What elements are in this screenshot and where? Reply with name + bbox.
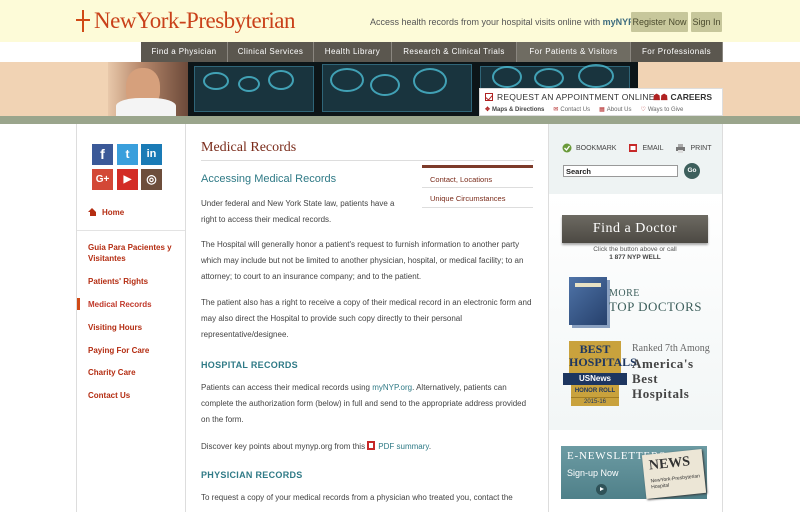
leftnav-patients-rights[interactable]: Patients' Rights (88, 276, 180, 287)
mynyp-link[interactable]: myNYP.org (372, 383, 412, 392)
hospital-records-heading: HOSPITAL RECORDS (201, 360, 298, 370)
physician-records-heading: PHYSICIAN RECORDS (201, 470, 303, 480)
nav-research-clinical-trials[interactable]: Research & Clinical Trials (392, 42, 517, 62)
careers-link[interactable]: ☗☗ CAREERS (653, 92, 712, 103)
instagram-icon[interactable]: ◎ (141, 169, 162, 190)
newspaper-image: NEWS NewYork-Presbyterian Hospital (641, 448, 707, 500)
logo-text: NewYork-Presbyterian (94, 8, 296, 33)
linkedin-icon[interactable]: in (141, 144, 162, 165)
leftnav-contact-us[interactable]: Contact Us (88, 390, 180, 401)
banner-stripe (0, 116, 800, 124)
unique-circumstances-link[interactable]: Unique Circumstances (430, 194, 505, 203)
building-icon: ▦ (599, 107, 605, 113)
divider (422, 187, 533, 188)
find-a-doctor-button[interactable]: Find a Doctor (562, 215, 708, 243)
leftnav-guia-para-pacientes[interactable]: Guia Para Pacientes y Visitantes (88, 242, 180, 264)
page-title: Medical Records (201, 140, 297, 155)
utility-panel (549, 124, 722, 194)
about-us-link[interactable]: ▦ About Us (599, 106, 631, 113)
e-newsletter-promo[interactable]: E-NEWSLETTERS Sign-up Now NEWS NewYork-P… (561, 446, 707, 500)
divider (77, 230, 185, 231)
register-now-button[interactable]: Register Now (631, 12, 688, 32)
paragraph-1: Under federal and New York State law, pa… (201, 199, 395, 224)
contact-locations-link[interactable]: Contact, Locations (430, 175, 492, 184)
people-icon: ☗☗ (652, 92, 669, 102)
search-input[interactable] (563, 165, 678, 177)
logo-cross-icon (76, 10, 90, 32)
youtube-icon[interactable]: ▶ (117, 169, 138, 190)
paragraph-5: Discover key points about mynyp.org from… (201, 441, 432, 451)
contact-us-link[interactable]: ✉ Contact Us (553, 106, 590, 113)
search-go-button[interactable]: Go (684, 163, 700, 179)
paragraph-6: To request a copy of your medical record… (201, 493, 513, 502)
leftnav-charity-care[interactable]: Charity Care (88, 367, 180, 378)
nav-find-a-physician[interactable]: Find a Physician (141, 42, 228, 62)
bookmark-icon (562, 143, 572, 153)
facebook-icon[interactable]: f (92, 144, 113, 165)
home-icon (88, 208, 97, 216)
home-link[interactable]: Home (88, 208, 124, 217)
bookmark-link[interactable]: BOOKMARK (562, 143, 616, 153)
utility-links: BOOKMARK EMAIL PRINT (562, 143, 711, 153)
nav-for-patients-visitors[interactable]: For Patients & Visitors (517, 42, 631, 62)
nav-clinical-services[interactable]: Clinical Services (228, 42, 314, 62)
leftnav-paying-for-care[interactable]: Paying For Care (88, 345, 180, 356)
divider (422, 207, 533, 208)
tagline: Access health records from your hospital… (370, 17, 650, 27)
related-links-box: Contact, Locations Unique Circumstances (422, 165, 533, 208)
pin-icon: ✥ (485, 107, 491, 113)
active-indicator (77, 298, 80, 310)
appointment-box: REQUEST AN APPOINTMENT ONLINE ☗☗ CAREERS… (479, 88, 723, 116)
find-a-doctor-caption: Click the button above or call 1 877 NYP … (593, 246, 677, 261)
nav-health-library[interactable]: Health Library (314, 42, 392, 62)
google-plus-icon[interactable]: G+ (92, 169, 113, 190)
pdf-summary-link[interactable]: PDF summary (378, 442, 429, 451)
play-icon[interactable] (596, 484, 607, 495)
print-link[interactable]: PRINT (675, 143, 711, 153)
print-icon (676, 144, 686, 153)
section-subtitle: Accessing Medical Records (201, 173, 337, 185)
mail-icon: ✉ (553, 107, 559, 113)
sign-in-button[interactable]: Sign In (691, 12, 722, 32)
ranked-text: Ranked 7th Among America's Best Hospital… (632, 343, 710, 401)
ways-to-give-link[interactable]: ♡ Ways to Give (640, 106, 683, 113)
leftnav-medical-records[interactable]: Medical Records (88, 299, 180, 310)
heart-icon: ♡ (640, 107, 646, 113)
top-doctors-books-image[interactable] (569, 277, 607, 325)
paragraph-2: The Hospital will generally honor a pati… (201, 240, 524, 281)
main-nav: Find a Physician Clinical Services Healt… (141, 42, 723, 62)
maps-directions-link[interactable]: ✥ Maps & Directions (485, 106, 544, 113)
divider (201, 160, 534, 161)
twitter-icon[interactable]: t (117, 144, 138, 165)
nav-for-professionals[interactable]: For Professionals (631, 42, 723, 62)
email-link[interactable]: EMAIL (628, 143, 663, 153)
us-news-badge[interactable]: BEST HOSPITALS USNews HONOR ROLL 2015-16 (563, 341, 637, 409)
email-icon (629, 144, 638, 152)
request-appointment-link[interactable]: REQUEST AN APPOINTMENT ONLINE (485, 92, 655, 102)
checkbox-icon (485, 93, 493, 101)
tagline-text: Access health records from your hospital… (370, 17, 601, 27)
logo[interactable]: NewYork-Presbyterian (76, 8, 296, 34)
paragraph-3: The patient also has a right to receive … (201, 298, 532, 339)
pdf-icon (367, 441, 376, 450)
leftnav-visiting-hours[interactable]: Visiting Hours (88, 322, 180, 333)
paragraph-4: Patients can access their medical record… (201, 383, 527, 424)
more-top-doctors-link[interactable]: MORE TOP DOCTORS (609, 287, 702, 313)
